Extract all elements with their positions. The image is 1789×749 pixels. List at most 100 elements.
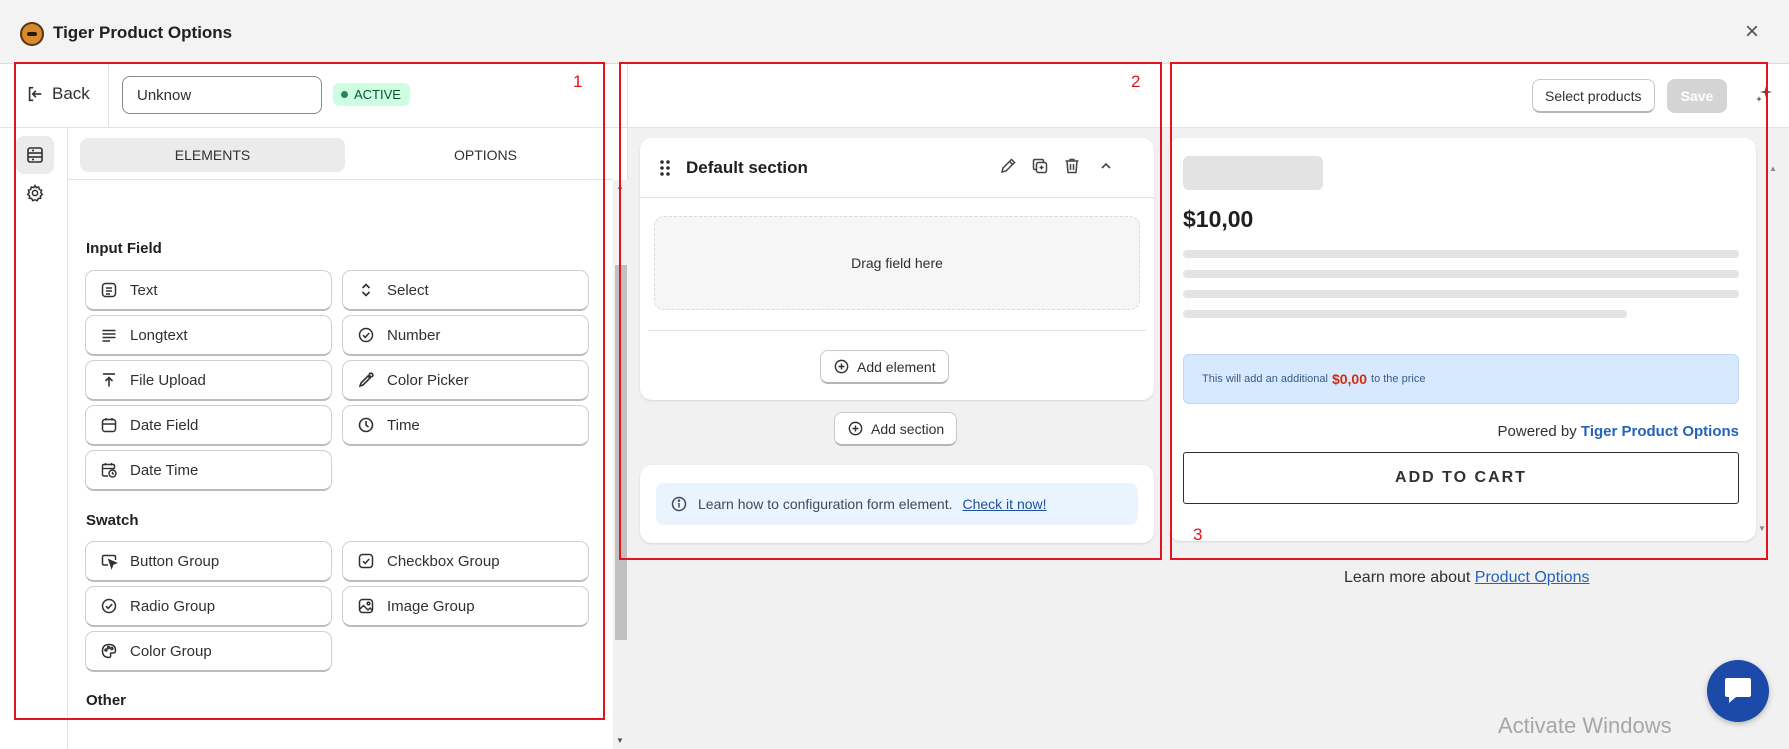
select-icon [361,283,371,297]
default-section-card: Default section Drag field here Add elem [640,138,1154,400]
elements-list: Input Field Text Select Longtext Number … [68,180,613,749]
element-tabs: ELEMENTS OPTIONS [80,138,618,174]
element-color-group-button[interactable]: Color Group [85,631,332,672]
scroll-down-arrow-icon[interactable]: ▼ [616,736,624,745]
learn-more-prefix: Learn more about [1344,569,1471,586]
app-title: Tiger Product Options [53,23,233,42]
add-section-button[interactable]: Add section [834,412,958,446]
sparkle-icon[interactable] [1754,82,1776,104]
calendar-icon [101,418,117,433]
element-button-group-button[interactable]: Button Group [85,541,332,582]
elements-scrollbar[interactable]: ▲ ▼ [613,180,628,749]
additional-price-notice: This will add an additional $0,00 to the… [1183,354,1739,404]
add-to-cart-button[interactable]: ADD TO CART [1183,452,1739,504]
elements-panel: Back ACTIVE ELEMENTS [0,64,628,749]
main-area: Back ACTIVE ELEMENTS [0,64,1789,749]
header-divider [108,64,109,128]
gear-icon [26,184,44,202]
tab-options[interactable]: OPTIONS [353,138,618,172]
add-element-label: Add element [857,358,936,375]
plus-circle-icon [848,421,863,436]
product-options-link[interactable]: Product Options [1475,569,1590,586]
annotation-label-3: 3 [1193,525,1203,544]
duplicate-section-button[interactable] [1030,156,1052,178]
info-banner: Learn how to configuration form element.… [656,483,1138,525]
image-icon [358,598,374,614]
duplicate-icon [1032,158,1048,174]
element-label: Radio Group [130,597,216,615]
section-title: Default section [686,158,808,177]
element-label: Time [387,416,420,434]
annotation-label-1: 1 [573,72,583,91]
group-title-swatch: Swatch [86,512,139,529]
chat-bubble-icon [1725,678,1751,703]
chat-button[interactable] [1707,660,1769,722]
window-titlebar: Tiger Product Options × [0,0,1789,64]
element-label: File Upload [130,371,206,389]
powered-prefix: Powered by [1497,423,1577,440]
select-products-button[interactable]: Select products [1532,79,1655,113]
element-file-upload-button[interactable]: File Upload [85,360,332,401]
element-longtext-button[interactable]: Longtext [85,315,332,356]
element-label: Checkbox Group [387,552,500,570]
back-button[interactable]: Back [26,84,90,104]
palette-icon [101,643,117,659]
scroll-thumb[interactable] [615,265,627,640]
element-label: Text [130,281,158,299]
add-element-button[interactable]: Add element [820,350,949,384]
rail-elements-button[interactable] [16,136,54,174]
info-card: Learn how to configuration form element.… [640,465,1154,543]
collapse-section-button[interactable] [1096,156,1118,178]
product-price: $10,00 [1183,206,1254,232]
element-select-button[interactable]: Select [342,270,589,311]
element-text-button[interactable]: Text [85,270,332,311]
addon-amount: $0,00 [1331,371,1368,387]
radio-icon [101,598,117,614]
builder-header [628,64,1169,128]
description-placeholder-line [1183,310,1627,318]
description-placeholder-line [1183,270,1739,278]
learn-more-text: Learn more about Product Options [1344,569,1590,587]
file-upload-icon [103,373,115,387]
status-label: ACTIVE [354,87,401,102]
clock-icon [358,417,374,433]
delete-section-button[interactable] [1062,156,1084,178]
tiger-logo-icon [20,22,44,46]
element-color-picker-button[interactable]: Color Picker [342,360,589,401]
save-button[interactable]: Save [1667,79,1727,113]
preview-scroll-up-icon[interactable]: ▲ [1769,164,1777,173]
element-radio-group-button[interactable]: Radio Group [85,586,332,627]
element-label: Select [387,281,429,299]
checkbox-icon [358,553,374,569]
tab-elements[interactable]: ELEMENTS [80,138,345,172]
element-checkbox-group-button[interactable]: Checkbox Group [342,541,589,582]
rail-settings-button[interactable] [16,174,54,212]
option-set-name-input[interactable] [122,76,322,114]
add-section-label: Add section [871,420,945,437]
element-date-field-button[interactable]: Date Field [85,405,332,446]
field-drop-zone[interactable]: Drag field here [654,216,1140,310]
close-button[interactable]: × [1745,20,1759,44]
color-picker-icon [358,372,374,388]
element-time-button[interactable]: Time [342,405,589,446]
element-label: Image Group [387,597,475,615]
element-image-group-button[interactable]: Image Group [342,586,589,627]
scroll-up-arrow-icon[interactable]: ▲ [616,182,624,191]
back-icon [28,86,42,102]
drag-handle-icon[interactable] [658,158,672,178]
description-placeholder-line [1183,290,1739,298]
edit-section-button[interactable] [998,156,1020,178]
pencil-icon [1000,158,1016,174]
element-number-button[interactable]: Number [342,315,589,356]
element-label: Button Group [130,552,220,570]
element-date-time-button[interactable]: Date Time [85,450,332,491]
preview-scroll-down-icon[interactable]: ▼ [1758,524,1766,533]
longtext-icon [102,329,116,342]
check-it-now-link[interactable]: Check it now! [962,496,1046,512]
section-header: Default section [640,138,1154,198]
group-title-other: Other [86,692,127,709]
element-label: Color Group [130,642,212,660]
element-label: Number [387,326,441,344]
number-icon [358,327,374,343]
preview-header: Select products Save [1169,64,1789,128]
